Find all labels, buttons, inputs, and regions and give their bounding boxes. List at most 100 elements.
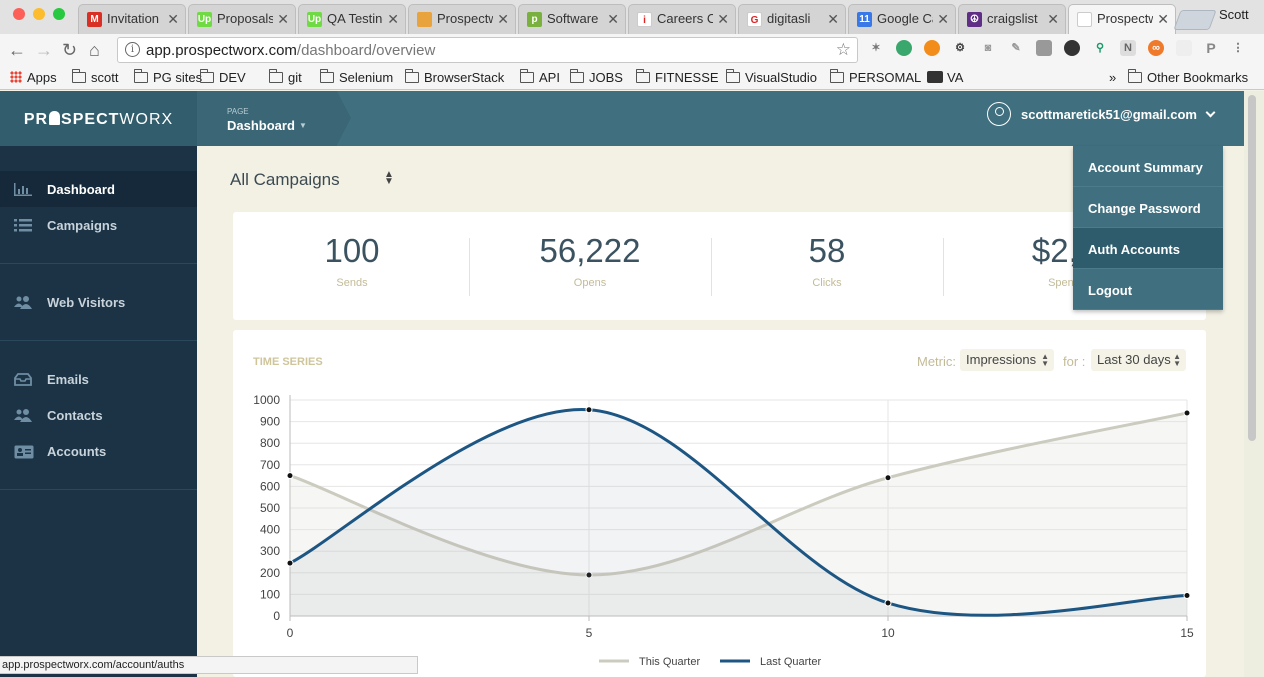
folder-icon (320, 69, 334, 83)
y-tick-label: 400 (260, 523, 280, 537)
close-tab-icon[interactable]: ✕ (827, 5, 839, 33)
new-tab-button[interactable] (1173, 10, 1217, 30)
bookmark-pg-sites[interactable]: PG sites (134, 69, 202, 85)
browser-tab[interactable]: Prospectworx ✕ (408, 4, 516, 34)
sidebar: Dashboard Campaigns Web Visitors Emails Cont… (0, 146, 197, 677)
bookmark-star-icon[interactable]: ☆ (836, 40, 851, 60)
forward-icon[interactable]: → (35, 39, 53, 61)
reload-icon[interactable]: ↻ (62, 39, 77, 61)
back-icon[interactable]: ← (8, 39, 26, 61)
bookmark-jobs[interactable]: JOBS (570, 69, 623, 85)
bookmark-persomal[interactable]: PERSOMAL (830, 69, 921, 85)
browser-tab[interactable]: p Software ✕ (518, 4, 626, 34)
time-series-panel: TIME SERIES Metric: Impressions ▲ ▼ for :… (233, 330, 1206, 677)
minimize-window-button[interactable] (33, 8, 45, 20)
sidebar-item-campaigns[interactable]: Campaigns (0, 207, 197, 243)
upwork-icon: Up (307, 12, 322, 27)
sidebar-item-dashboard[interactable]: Dashboard (0, 171, 197, 207)
brand-logo[interactable]: PR SPECTWORX (0, 91, 197, 146)
y-tick-label: 600 (260, 479, 280, 493)
bookmark-git[interactable]: git (269, 69, 302, 85)
bookmark-selenium[interactable]: Selenium (320, 69, 393, 85)
menu-item-account-summary[interactable]: Account Summary (1073, 146, 1223, 187)
folder-icon (520, 69, 534, 83)
site-info-icon[interactable]: i (125, 42, 140, 57)
data-point (286, 472, 294, 480)
bookmark-api[interactable]: API (520, 69, 560, 85)
close-tab-icon[interactable]: ✕ (1047, 5, 1059, 33)
extension-icon[interactable]: ✶ (868, 40, 884, 56)
folder-icon (570, 69, 584, 83)
extension-icon[interactable]: ✎ (1008, 40, 1024, 56)
bookmark-apps[interactable]: Apps (10, 70, 57, 85)
tab-title: QA Testing (327, 11, 383, 26)
extension-icon[interactable] (896, 40, 912, 56)
extension-icon[interactable]: ∞ (1148, 40, 1164, 56)
divider (469, 238, 470, 296)
browser-tab[interactable]: 11 Google Ca ✕ (848, 4, 956, 34)
time-series-chart: 0 100 200 300 400 500 600 700 800 900 1000 0 5 10 15 Th… (253, 393, 1194, 668)
extension-icon[interactable]: P (1203, 40, 1219, 56)
extension-icon[interactable]: N (1120, 40, 1136, 56)
user-menu-toggle[interactable]: scottmaretick51@gmail.com (987, 102, 1216, 126)
user-email: scottmaretick51@gmail.com (1021, 107, 1197, 122)
browser-tab[interactable]: Up Proposals ✕ (188, 4, 296, 34)
browser-tab[interactable]: Gdigitasli ✕ (738, 4, 846, 34)
close-tab-icon[interactable]: ✕ (717, 5, 729, 33)
bookmark-browserstack[interactable]: BrowserStack (405, 69, 504, 85)
browser-tab-strip: MInvitation✕UpProposals✕UpQA Testing✕Pro… (0, 0, 1264, 34)
close-window-button[interactable] (13, 8, 25, 20)
browser-tab[interactable]: i Careers C ✕ (628, 4, 736, 34)
camera-icon[interactable]: ◙ (980, 40, 996, 56)
scrollbar-thumb[interactable] (1248, 95, 1256, 441)
sidebar-item-accounts[interactable]: Accounts (0, 433, 197, 469)
y-tick-label: 800 (260, 436, 280, 450)
close-tab-icon[interactable]: ✕ (1157, 5, 1169, 33)
extension-icon[interactable] (1036, 40, 1052, 56)
menu-item-change-password[interactable]: Change Password (1073, 187, 1223, 228)
sidebar-item-web-visitors[interactable]: Web Visitors (0, 284, 197, 320)
close-tab-icon[interactable]: ✕ (277, 5, 289, 33)
bookmark-dev[interactable]: DEV (200, 69, 246, 85)
sidebar-item-emails[interactable]: Emails (0, 361, 197, 397)
home-icon[interactable]: ⌂ (89, 39, 100, 61)
sidebar-item-contacts[interactable]: Contacts (0, 397, 197, 433)
profile-name[interactable]: Scott (1219, 7, 1249, 22)
folder-icon (405, 69, 419, 83)
extension-icon[interactable] (1176, 40, 1192, 56)
gear-icon[interactable]: ⚙ (952, 40, 968, 56)
extension-icon[interactable] (924, 40, 940, 56)
browser-tab[interactable]: Prospectworx ✕ (1068, 4, 1176, 34)
close-tab-icon[interactable]: ✕ (607, 5, 619, 33)
menu-item-logout[interactable]: Logout (1073, 269, 1223, 310)
bookmark-scott[interactable]: scott (72, 69, 118, 85)
users-icon (14, 296, 32, 309)
breadcrumb[interactable]: PAGE Dashboard ▼ (197, 91, 351, 146)
menu-kebab-icon[interactable]: ⋮ (1230, 40, 1246, 56)
browser-tab[interactable]: M Invitation ✕ (78, 4, 186, 34)
zoom-window-button[interactable] (53, 8, 65, 20)
calendar-icon: 11 (857, 12, 872, 27)
stat-opens: 56,222 Opens (471, 212, 709, 320)
close-tab-icon[interactable]: ✕ (497, 5, 509, 33)
bookmark-va[interactable]: VA (927, 70, 963, 85)
bookmarks-overflow-icon[interactable]: » (1109, 70, 1116, 85)
browser-tab[interactable]: Up QA Testing ✕ (298, 4, 406, 34)
inbox-icon (14, 373, 32, 386)
close-tab-icon[interactable]: ✕ (387, 5, 399, 33)
tab-title: Google Ca (877, 11, 933, 26)
magnifier-icon[interactable]: ⚲ (1092, 40, 1108, 56)
data-point (1183, 409, 1191, 417)
y-tick-label: 100 (260, 587, 280, 601)
bookmark-visualstudio[interactable]: VisualStudio (726, 69, 817, 85)
page-scrollbar[interactable] (1244, 91, 1264, 677)
menu-item-auth-accounts[interactable]: Auth Accounts (1073, 228, 1223, 269)
close-tab-icon[interactable]: ✕ (167, 5, 179, 33)
browser-tab[interactable]: ☮ craigslist ✕ (958, 4, 1066, 34)
extension-icon[interactable] (1064, 40, 1080, 56)
close-tab-icon[interactable]: ✕ (937, 5, 949, 33)
other-bookmarks[interactable]: Other Bookmarks (1128, 69, 1248, 85)
campaign-select[interactable]: All Campaigns ▲ ▼ (230, 170, 394, 190)
address-bar[interactable]: i app.prospectworx.com/dashboard/overvie… (117, 37, 858, 63)
bookmark-fitnesse[interactable]: FITNESSE (636, 69, 719, 85)
